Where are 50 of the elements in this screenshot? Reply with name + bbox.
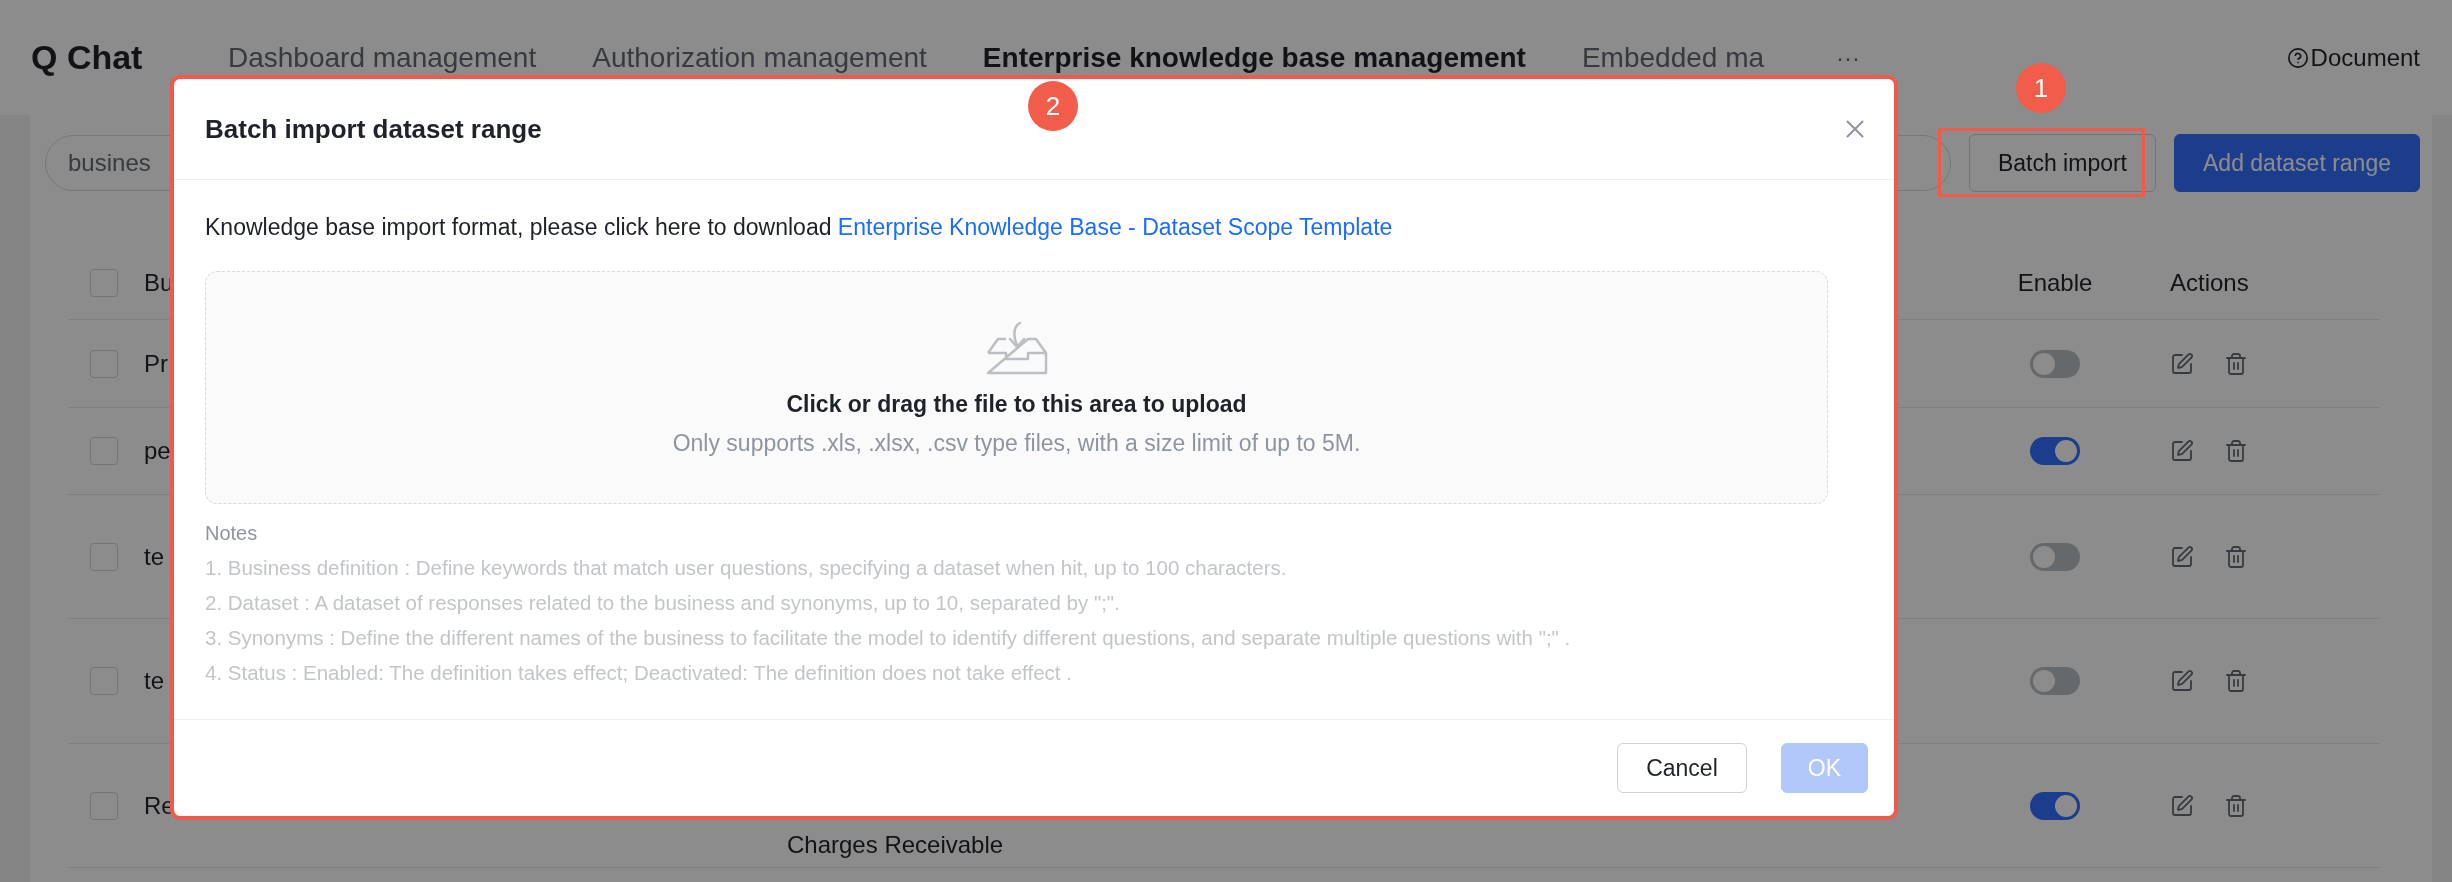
note-line: 3. Synonyms : Define the different names of the business to facilitate the model to identify different questions, and separate multiple questions with ";" . <box>205 626 1572 650</box>
column-header: Actions <box>2170 268 2249 297</box>
app-title: Q Chat <box>30 38 144 77</box>
upload-title: Click or drag the file to this area to upload <box>786 390 1247 418</box>
checkbox[interactable] <box>90 667 118 695</box>
cancel-button[interactable]: Cancel <box>1617 743 1747 793</box>
template-link[interactable]: Enterprise Knowledge Base - Dataset Scope Template <box>837 214 1393 240</box>
delete-icon[interactable] <box>2224 351 2248 376</box>
help-icon <box>2286 46 2309 69</box>
checkbox[interactable] <box>90 791 118 820</box>
nav-tab[interactable]: Enterprise knowledge base management <box>982 41 1526 74</box>
nav-tab[interactable]: Dashboard management <box>228 41 537 74</box>
column-header: Enable <box>2017 268 2093 297</box>
toggle-switch[interactable] <box>2030 349 2080 378</box>
nav-tab[interactable]: Authorization management <box>592 41 927 74</box>
dialog-title: Batch import dataset range <box>205 113 542 145</box>
checkbox[interactable] <box>90 349 118 378</box>
table-cell: Pr <box>144 349 168 378</box>
toggle-switch[interactable] <box>2030 667 2080 695</box>
toggle-switch[interactable] <box>2030 542 2080 571</box>
checkbox[interactable] <box>90 542 118 571</box>
upload-dropzone[interactable]: Click or drag the file to this area to upload Only supports .xls, .xlsx, .csv type files, with a size limit of up to 5M. <box>205 271 1828 504</box>
table-cell: Charges Receivable <box>787 831 1004 859</box>
toggle-switch[interactable] <box>2030 791 2080 820</box>
edit-icon[interactable] <box>2170 351 2194 376</box>
document-link[interactable]: Document <box>2310 43 2420 72</box>
note-line: 1. Business definition : Define keywords that match user questions, specifying a dataset when hit, up to 100 characters. <box>205 556 1288 580</box>
table-cell: te <box>144 542 164 571</box>
checkbox[interactable] <box>90 268 118 297</box>
import-instructions: Knowledge base import format, please click here to download Enterprise Knowledge Base - Dataset Scope Template <box>205 214 1394 241</box>
edit-icon[interactable] <box>2170 439 2194 463</box>
delete-icon[interactable] <box>2224 439 2248 463</box>
edit-icon[interactable] <box>2170 669 2194 693</box>
more-tabs-button[interactable]: ··· <box>1836 43 1860 72</box>
edit-icon[interactable] <box>2170 793 2194 818</box>
delete-icon[interactable] <box>2224 669 2248 693</box>
batch-import-button[interactable]: Batch import <box>1968 134 2156 192</box>
toggle-switch[interactable] <box>2030 437 2080 465</box>
table-cell: pe <box>144 437 171 465</box>
nav-tab[interactable]: Embedded ma <box>1581 41 1765 74</box>
edit-icon[interactable] <box>2170 544 2194 569</box>
note-line: 2. Dataset : A dataset of responses related to the business and synonyms, up to 10, separated by ";". <box>205 591 1121 615</box>
note-line: 4. Status : Enabled: The definition takes effect; Deactivated: The definition does not take effect . <box>205 661 1073 685</box>
delete-icon[interactable] <box>2224 793 2248 818</box>
table-cell: te <box>144 667 164 695</box>
add-dataset-range-button[interactable]: Add dataset range <box>2174 134 2420 192</box>
upload-hint: Only supports .xls, .xlsx, .csv type files, with a size limit of up to 5M. <box>672 429 1361 457</box>
delete-icon[interactable] <box>2224 544 2248 569</box>
notes-heading: Notes <box>205 522 259 545</box>
checkbox[interactable] <box>90 437 118 465</box>
